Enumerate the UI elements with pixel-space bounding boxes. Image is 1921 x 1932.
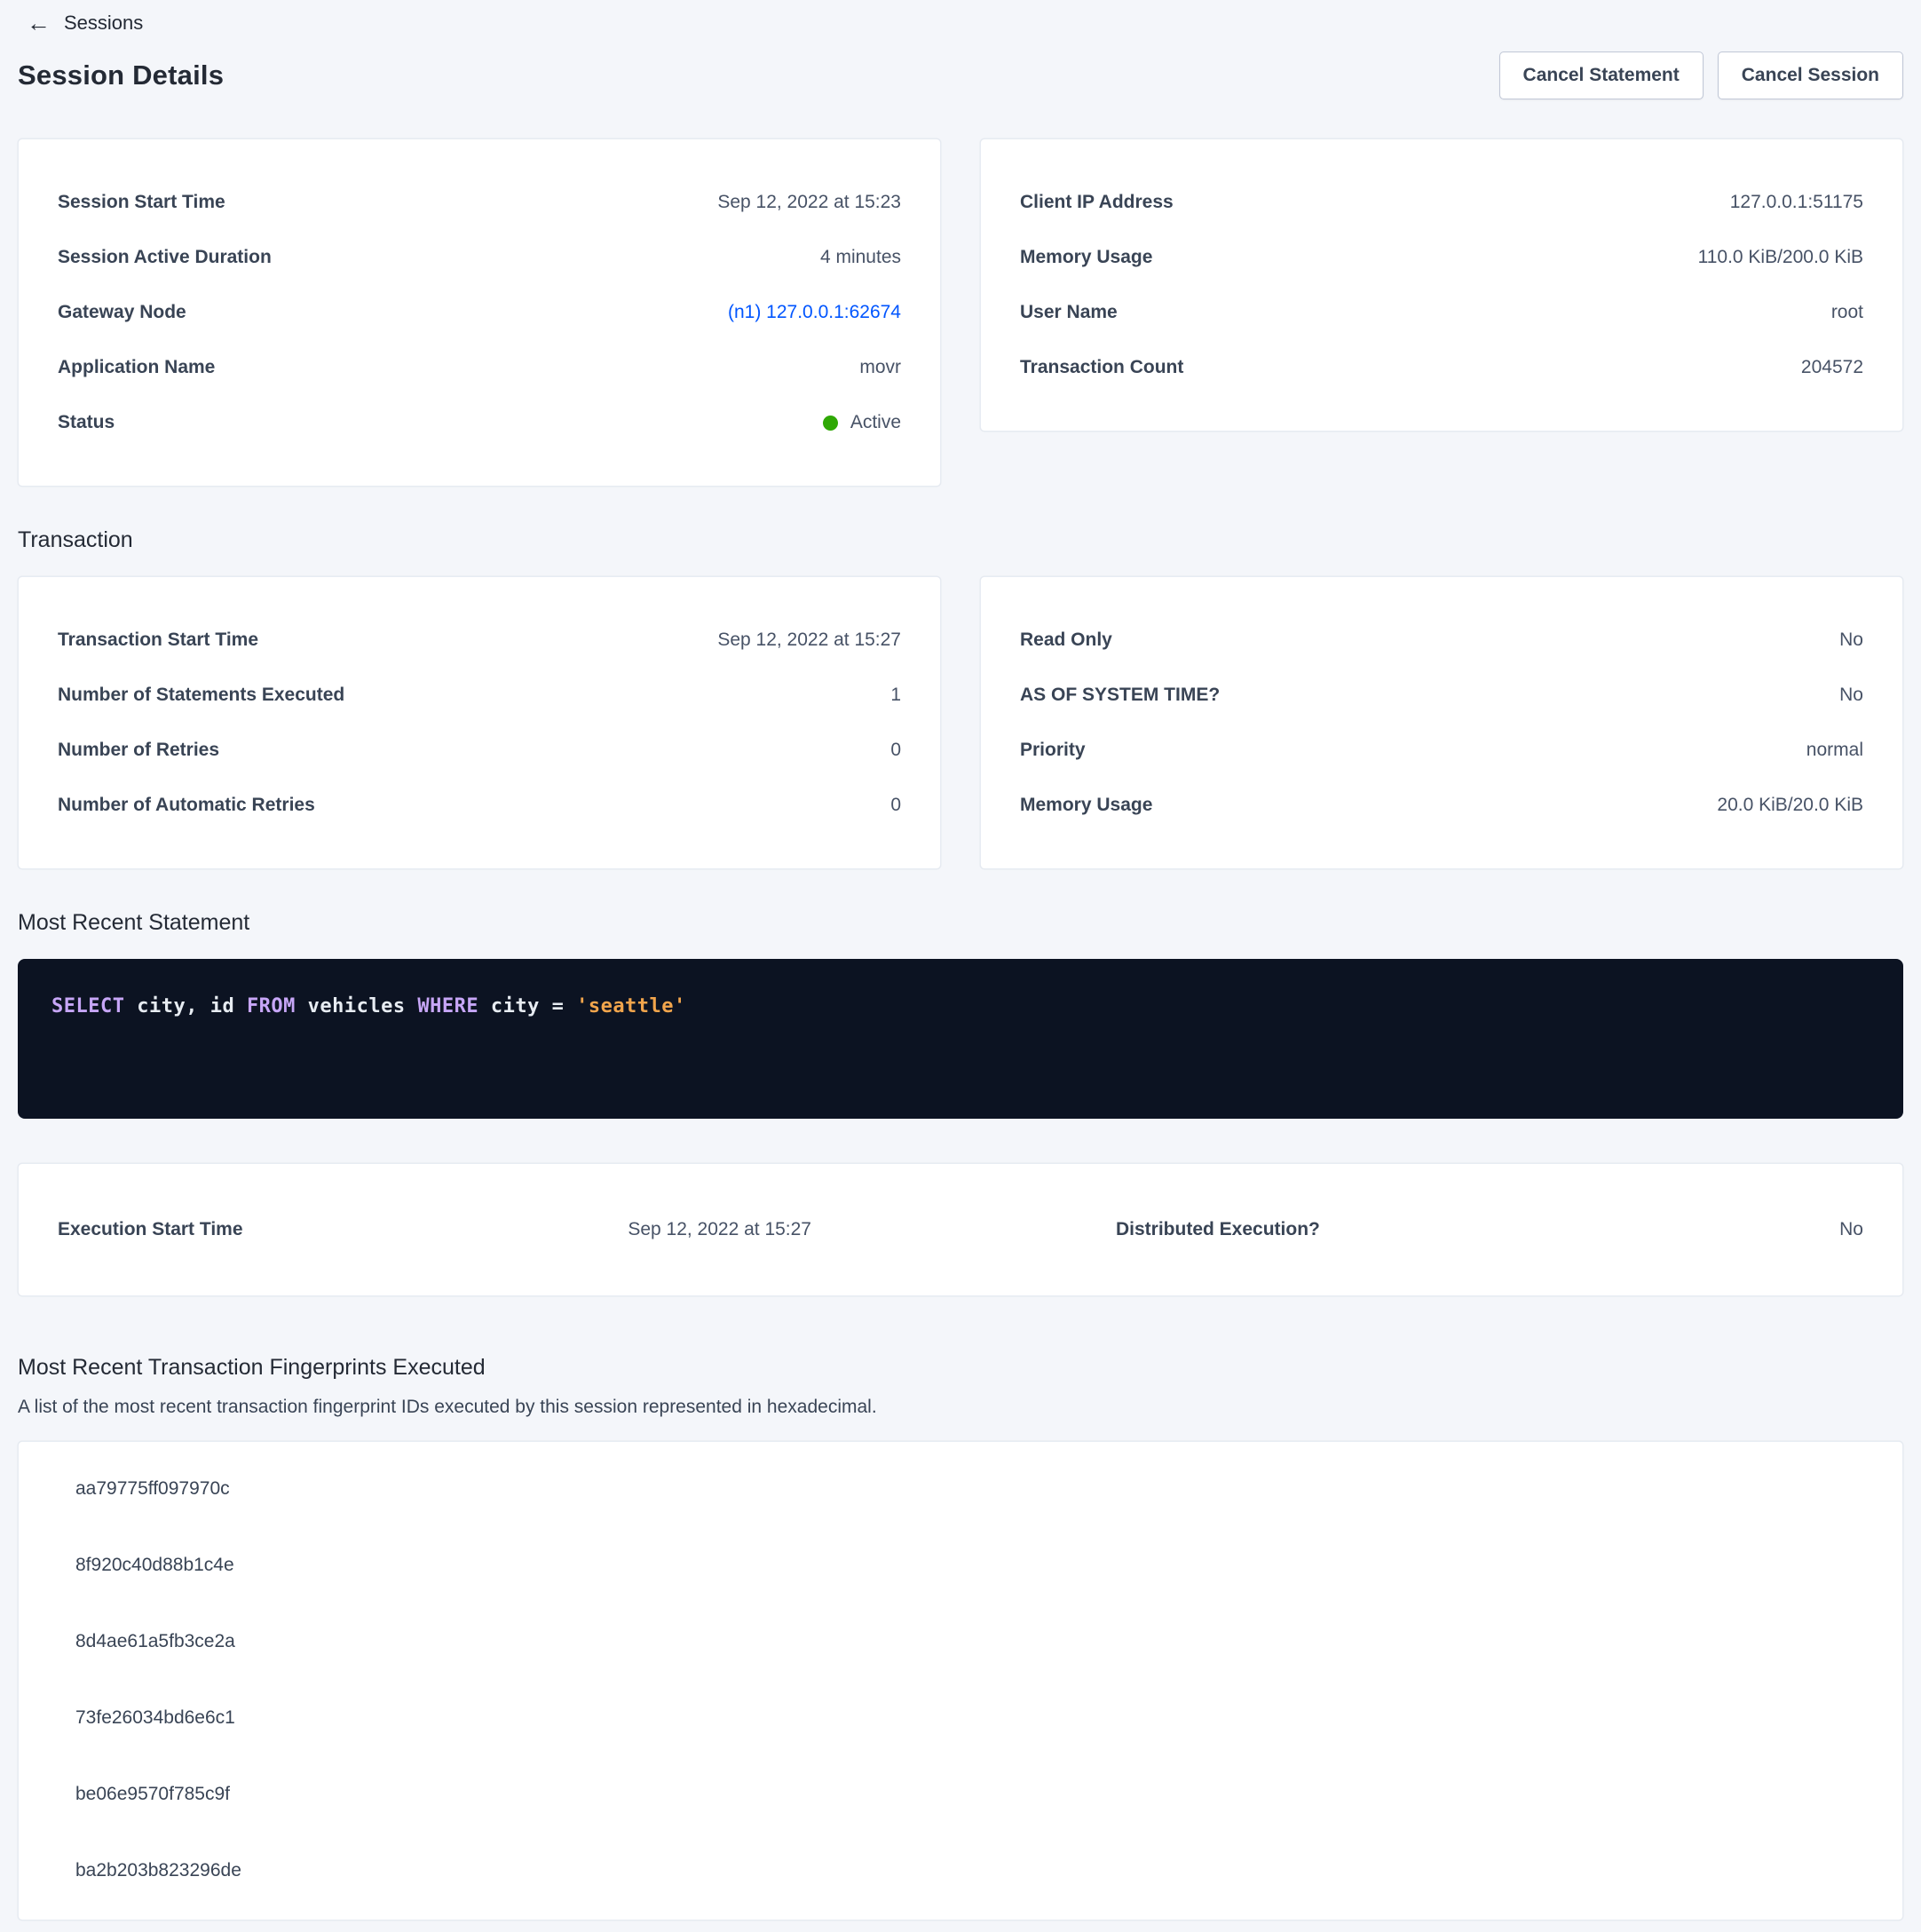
sql-token-plain: city = (478, 995, 576, 1017)
fingerprint-item: aa79775ff097970c (19, 1451, 1902, 1527)
distributed-execution-row: Distributed Execution? No (960, 1219, 1902, 1240)
detail-row: Application Name movr (58, 340, 901, 395)
detail-label: Session Start Time (58, 192, 225, 213)
detail-label: User Name (1020, 302, 1118, 323)
header-actions: Cancel Statement Cancel Session (1499, 51, 1903, 99)
detail-label: Number of Automatic Retries (58, 795, 315, 816)
detail-label: Status (58, 412, 115, 433)
session-info-card: Session Start TimeSep 12, 2022 at 15:23S… (18, 139, 941, 487)
detail-value: 110.0 KiB/200.0 KiB (1698, 247, 1863, 268)
detail-label: Client IP Address (1020, 192, 1174, 213)
detail-row: Memory Usage 110.0 KiB/200.0 KiB (1020, 230, 1863, 285)
fingerprints-section-heading: Most Recent Transaction Fingerprints Exe… (18, 1355, 1903, 1381)
sql-token-keyword: WHERE (417, 995, 478, 1017)
detail-row: Number of Automatic Retries 0 (58, 778, 901, 833)
execution-card: Execution Start Time Sep 12, 2022 at 15:… (18, 1163, 1903, 1296)
detail-row: AS OF SYSTEM TIME? No (1020, 668, 1863, 723)
detail-value: No (1839, 685, 1863, 706)
client-info-card: Client IP Address 127.0.0.1:51175 Memory U… (980, 139, 1903, 432)
transaction-info-card: Transaction Start Time Sep 12, 2022 at 15… (18, 576, 941, 869)
fingerprint-item: 8f920c40d88b1c4e (19, 1527, 1902, 1603)
detail-value: 1 (890, 685, 901, 706)
detail-value: 127.0.0.1:51175 (1730, 192, 1863, 213)
breadcrumb-sessions-link[interactable]: Sessions (64, 12, 143, 35)
cancel-session-button[interactable]: Cancel Session (1718, 51, 1903, 99)
detail-row: Session Active Duration 4 minutes (58, 230, 901, 285)
detail-row: User Name root (1020, 285, 1863, 340)
detail-value: 4 minutes (820, 247, 901, 268)
gateway-node-link[interactable]: (n1) 127.0.0.1:62674 (728, 302, 901, 323)
status-badge: Active (823, 412, 901, 433)
detail-row: Memory Usage 20.0 KiB/20.0 KiB (1020, 778, 1863, 833)
detail-value: Sep 12, 2022 at 15:23 (717, 192, 901, 213)
execution-start-time-row: Execution Start Time Sep 12, 2022 at 15:… (19, 1219, 960, 1240)
detail-label: Session Active Duration (58, 247, 272, 268)
cancel-statement-button[interactable]: Cancel Statement (1499, 51, 1704, 99)
page-title: Session Details (18, 59, 224, 91)
detail-label: Memory Usage (1020, 247, 1152, 268)
fingerprints-card: aa79775ff097970c8f920c40d88b1c4e8d4ae61a… (18, 1441, 1903, 1920)
detail-value: movr (859, 357, 901, 378)
fingerprint-item: 8d4ae61a5fb3ce2a (19, 1603, 1902, 1680)
detail-row: Priority normal (1020, 723, 1863, 778)
detail-label: Read Only (1020, 629, 1112, 651)
detail-row: Transaction Start Time Sep 12, 2022 at 15… (58, 613, 901, 668)
execution-start-time-label: Execution Start Time (58, 1219, 243, 1240)
session-summary-row: Session Start TimeSep 12, 2022 at 15:23S… (18, 139, 1903, 487)
detail-row: Transaction Count 204572 (1020, 340, 1863, 395)
detail-row: Read Only No (1020, 613, 1863, 668)
sql-token-keyword: FROM (247, 995, 296, 1017)
detail-label: Transaction Count (1020, 357, 1183, 378)
page-header: Session Details Cancel Statement Cancel … (18, 51, 1903, 99)
fingerprint-item: be06e9570f785c9f (19, 1756, 1902, 1833)
detail-value: 0 (890, 795, 901, 816)
transaction-section-heading: Transaction (18, 527, 1903, 553)
detail-row: Number of Statements Executed 1 (58, 668, 901, 723)
fingerprint-item: ba2b203b823296de (19, 1833, 1902, 1909)
detail-value: 0 (890, 740, 901, 761)
sql-statement-box: SELECT city, id FROM vehicles WHERE city… (18, 959, 1903, 1119)
detail-label: AS OF SYSTEM TIME? (1020, 685, 1220, 706)
detail-label: Priority (1020, 740, 1086, 761)
status-active-dot (823, 416, 838, 431)
detail-label: Transaction Start Time (58, 629, 258, 651)
sql-token-plain: city, id (124, 995, 246, 1017)
detail-row: Status Active (58, 395, 901, 450)
sql-token-string: 'seattle' (576, 995, 686, 1017)
detail-value: normal (1806, 740, 1863, 761)
sql-token-plain: vehicles (296, 995, 417, 1017)
detail-value: root (1831, 302, 1863, 323)
transaction-props-card: Read Only No AS OF SYSTEM TIME? No Priority n… (980, 576, 1903, 869)
detail-row: Gateway Node (n1) 127.0.0.1:62674 (58, 285, 901, 340)
detail-label: Gateway Node (58, 302, 186, 323)
distributed-execution-value: No (1839, 1219, 1863, 1240)
detail-label: Application Name (58, 357, 215, 378)
detail-label: Number of Statements Executed (58, 685, 344, 706)
sql-token-keyword: SELECT (51, 995, 124, 1017)
statement-section-heading: Most Recent Statement (18, 910, 1903, 936)
detail-value: 20.0 KiB/20.0 KiB (1717, 795, 1863, 816)
detail-label: Memory Usage (1020, 795, 1152, 816)
detail-row: Session Start Time Sep 12, 2022 at 15:23 (58, 175, 901, 230)
fingerprint-item: 73fe26034bd6e6c1 (19, 1680, 1902, 1756)
detail-value: Sep 12, 2022 at 15:27 (717, 629, 901, 651)
detail-label: Number of Retries (58, 740, 219, 761)
detail-row: Client IP Address 127.0.0.1:51175 (1020, 175, 1863, 230)
back-arrow-icon: ← (27, 12, 51, 36)
detail-value: No (1839, 629, 1863, 651)
detail-row: Number of Retries 0 (58, 723, 901, 778)
distributed-execution-label: Distributed Execution? (1116, 1219, 1320, 1240)
session-details-page: ← Sessions Session Details Cancel Statem… (18, 7, 1903, 1920)
detail-value: 204572 (1801, 357, 1863, 378)
execution-start-time-value: Sep 12, 2022 at 15:27 (628, 1219, 811, 1240)
transaction-summary-row: Transaction Start Time Sep 12, 2022 at 15… (18, 576, 1903, 869)
breadcrumb[interactable]: ← Sessions (18, 7, 1903, 39)
fingerprints-description: A list of the most recent transaction fi… (18, 1397, 1903, 1418)
